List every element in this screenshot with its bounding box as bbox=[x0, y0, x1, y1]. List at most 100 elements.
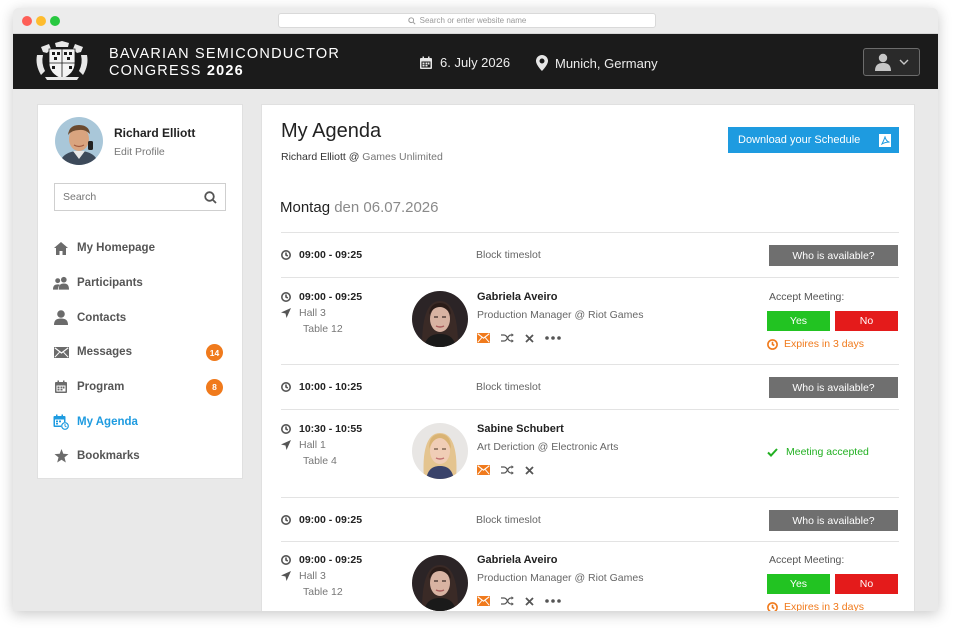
location-arrow-icon bbox=[281, 440, 291, 450]
sidebar-item-my-agenda[interactable]: My Agenda bbox=[53, 404, 229, 439]
meeting-hall-text: Hall 3 bbox=[299, 570, 326, 582]
sidebar-item-label: Contacts bbox=[77, 311, 127, 324]
agenda-owner: Richard Elliott @ Games Unlimited bbox=[281, 151, 443, 163]
accept-no-button[interactable]: No bbox=[835, 311, 898, 331]
who-is-available-button[interactable]: Who is available? bbox=[769, 377, 898, 398]
shuffle-icon[interactable] bbox=[501, 596, 514, 606]
more-options-icon[interactable] bbox=[545, 599, 561, 603]
address-placeholder: Search or enter website name bbox=[419, 16, 527, 25]
pdf-icon bbox=[879, 133, 891, 147]
location-arrow-icon bbox=[281, 571, 291, 581]
close-icon[interactable] bbox=[525, 596, 534, 606]
program-count-badge: 8 bbox=[206, 378, 223, 396]
star-icon bbox=[53, 448, 69, 464]
minimize-window-button[interactable] bbox=[36, 16, 46, 26]
block-timeslot-label: Block timeslot bbox=[476, 249, 541, 261]
slot-time: 09:00 - 09:25 bbox=[281, 514, 362, 526]
contact-icon bbox=[53, 310, 69, 326]
participants-icon bbox=[53, 275, 69, 291]
agenda-row-meeting: 10:30 - 10:55 Hall 1 Table 4 Sabine Schu… bbox=[281, 409, 899, 497]
location-arrow-icon bbox=[281, 308, 291, 318]
day-date: den 06.07.2026 bbox=[334, 199, 439, 216]
meeting-actions bbox=[477, 465, 534, 475]
clock-icon bbox=[767, 601, 778, 611]
meeting-hall-text: Hall 3 bbox=[299, 307, 326, 319]
event-date-text: 6. July 2026 bbox=[440, 55, 511, 70]
edit-profile-link[interactable]: Edit Profile bbox=[114, 146, 165, 158]
sidebar-item-bookmarks[interactable]: Bookmarks bbox=[53, 439, 229, 474]
agenda-icon bbox=[53, 414, 69, 430]
messages-count-badge: 14 bbox=[206, 344, 223, 362]
slot-time-text: 09:00 - 09:25 bbox=[299, 514, 363, 526]
user-menu-button[interactable] bbox=[863, 48, 920, 76]
participant-photo[interactable] bbox=[412, 555, 468, 611]
browser-window: Search or enter website name BAVARIAN SE… bbox=[13, 8, 938, 611]
block-timeslot-label: Block timeslot bbox=[476, 514, 541, 526]
accept-yes-button[interactable]: Yes bbox=[767, 311, 830, 331]
accept-yes-button[interactable]: Yes bbox=[767, 574, 830, 594]
meeting-actions bbox=[477, 333, 561, 343]
meeting-table: Table 12 bbox=[303, 323, 343, 335]
search-icon[interactable] bbox=[204, 190, 217, 204]
sidebar-item-label: Participants bbox=[77, 277, 143, 290]
envelope-icon bbox=[53, 344, 69, 360]
envelope-icon[interactable] bbox=[477, 596, 490, 606]
shuffle-icon[interactable] bbox=[501, 333, 514, 343]
browser-chrome: Search or enter website name bbox=[13, 8, 938, 34]
sidebar: Richard Elliott Edit Profile My Homepage… bbox=[37, 104, 243, 479]
maximize-window-button[interactable] bbox=[50, 16, 60, 26]
user-icon bbox=[875, 53, 891, 71]
participant-role: Production Manager @ Riot Games bbox=[477, 309, 644, 321]
agenda-row-block: 09:00 - 09:25 Block timeslot Who is avai… bbox=[281, 232, 899, 277]
block-timeslot-label: Block timeslot bbox=[476, 381, 541, 393]
sidebar-item-my-homepage[interactable]: My Homepage bbox=[53, 231, 229, 266]
home-icon bbox=[53, 240, 69, 256]
more-options-icon[interactable] bbox=[545, 336, 561, 340]
slot-time-text: 10:00 - 10:25 bbox=[299, 381, 363, 393]
download-schedule-button[interactable]: Download your Schedule bbox=[728, 127, 899, 153]
meeting-table: Table 12 bbox=[303, 586, 343, 598]
sidebar-item-messages[interactable]: Messages 14 bbox=[53, 335, 229, 370]
brand-line-2: CONGRESS bbox=[109, 63, 202, 79]
agenda-owner-company: Games Unlimited bbox=[362, 151, 443, 163]
envelope-icon[interactable] bbox=[477, 465, 490, 475]
clock-icon bbox=[281, 555, 291, 565]
close-window-button[interactable] bbox=[22, 16, 32, 26]
agenda-row-block: 10:00 - 10:25 Block timeslot Who is avai… bbox=[281, 364, 899, 409]
sidebar-item-participants[interactable]: Participants bbox=[53, 266, 229, 301]
search-input[interactable] bbox=[63, 191, 183, 203]
address-bar[interactable]: Search or enter website name bbox=[278, 13, 656, 28]
slot-time-text: 09:00 - 09:25 bbox=[299, 249, 363, 261]
event-location: Munich, Germany bbox=[536, 55, 658, 71]
expiry-notice: Expires in 3 days bbox=[767, 338, 864, 350]
envelope-icon[interactable] bbox=[477, 333, 490, 343]
participant-photo[interactable] bbox=[412, 291, 468, 347]
sidebar-nav: My Homepage Participants Contacts Messag… bbox=[53, 231, 229, 474]
slot-time: 09:00 - 09:25 bbox=[281, 291, 362, 303]
meeting-hall: Hall 3 bbox=[281, 307, 326, 319]
profile-avatar[interactable] bbox=[55, 117, 103, 165]
participant-photo[interactable] bbox=[412, 423, 468, 479]
participant-name[interactable]: Gabriela Aveiro bbox=[477, 291, 558, 303]
event-date: 6. July 2026 bbox=[419, 55, 510, 70]
agenda-panel: My Agenda Richard Elliott @ Games Unlimi… bbox=[261, 104, 915, 611]
clock-icon bbox=[281, 250, 291, 260]
brand-year: 2026 bbox=[206, 63, 244, 79]
coat-of-arms-logo bbox=[36, 41, 88, 80]
close-icon[interactable] bbox=[525, 465, 534, 475]
participant-name[interactable]: Gabriela Aveiro bbox=[477, 554, 558, 566]
slot-time-text: 09:00 - 09:25 bbox=[299, 291, 363, 303]
calendar-icon bbox=[53, 379, 69, 395]
who-is-available-button[interactable]: Who is available? bbox=[769, 245, 898, 266]
agenda-owner-name: Richard Elliott bbox=[281, 151, 346, 163]
close-icon[interactable] bbox=[525, 333, 534, 343]
sidebar-item-contacts[interactable]: Contacts bbox=[53, 300, 229, 335]
sidebar-item-program[interactable]: Program 8 bbox=[53, 370, 229, 405]
shuffle-icon[interactable] bbox=[501, 465, 514, 475]
clock-icon bbox=[281, 515, 291, 525]
agenda-row-meeting: 09:00 - 09:25 Hall 3 Table 12 Gabriela A… bbox=[281, 541, 899, 611]
participant-name[interactable]: Sabine Schubert bbox=[477, 423, 564, 435]
who-is-available-button[interactable]: Who is available? bbox=[769, 510, 898, 531]
slot-time: 09:00 - 09:25 bbox=[281, 249, 362, 261]
accept-no-button[interactable]: No bbox=[835, 574, 898, 594]
